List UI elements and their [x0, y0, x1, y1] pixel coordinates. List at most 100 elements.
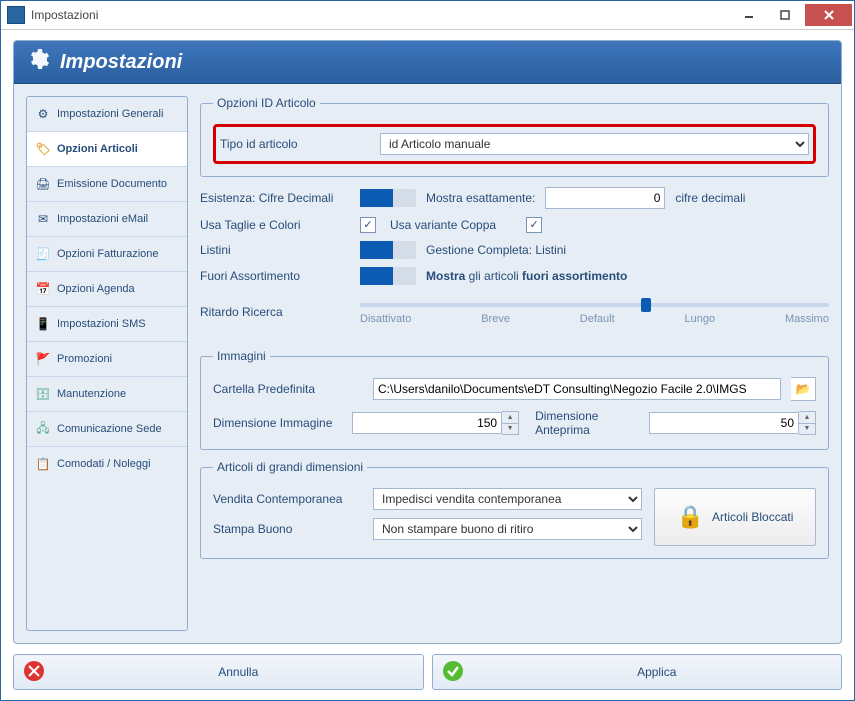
applica-button[interactable]: Applica [432, 654, 843, 690]
sidebar-item-label: Impostazioni Generali [57, 108, 163, 120]
annulla-button[interactable]: Annulla [13, 654, 424, 690]
ritardo-ricerca-slider[interactable] [360, 303, 829, 307]
cartella-predefinita-label: Cartella Predefinita [213, 382, 363, 396]
client-area: Impostazioni ⚙ Impostazioni Generali 🏷 Opz… [1, 30, 854, 700]
fuori-assortimento-label: Fuori Assortimento [200, 269, 350, 283]
fuori-assortimento-text: Mostra gli articoli fuori assortimento [426, 269, 627, 283]
lock-icon: 🔒 [677, 504, 704, 530]
titlebar: Impostazioni [1, 1, 854, 30]
sidebar-item-generali[interactable]: ⚙ Impostazioni Generali [27, 97, 187, 132]
sidebar-item-label: Promozioni [57, 353, 112, 365]
group-immagini: Immagini Cartella Predefinita 📂 Dimensio… [200, 349, 829, 450]
usa-taglie-checkbox[interactable] [360, 217, 376, 233]
stampa-buono-select[interactable]: Non stampare buono di ritiro [373, 518, 642, 540]
mostra-esattamente-label: Mostra esattamente: [426, 191, 535, 205]
settings-sidebar: ⚙ Impostazioni Generali 🏷 Opzioni Articoli… [26, 96, 188, 631]
dimensione-immagine-label: Dimensione Immagine [213, 416, 342, 430]
sidebar-item-label: Manutenzione [57, 388, 126, 400]
cifre-decimali-suffix: cifre decimali [675, 191, 745, 205]
close-icon [823, 9, 835, 21]
database-icon: 🗄 [35, 386, 51, 402]
mail-icon: ✉ [35, 211, 51, 227]
sidebar-item-label: Comodati / Noleggi [57, 458, 151, 470]
listini-toggle[interactable] [360, 241, 416, 259]
usa-variante-checkbox[interactable] [526, 217, 542, 233]
tipo-id-articolo-highlight: Tipo id articolo id Articolo manuale [213, 124, 816, 164]
dimensione-anteprima-label: Dimensione Anteprima [535, 409, 639, 437]
mostra-esattamente-input[interactable] [545, 187, 665, 209]
maximize-icon [780, 10, 790, 20]
fuori-assortimento-toggle[interactable] [360, 267, 416, 285]
tipo-id-articolo-select[interactable]: id Articolo manuale [380, 133, 809, 155]
sidebar-item-fatturazione[interactable]: 🧾 Opzioni Fatturazione [27, 237, 187, 272]
gear-icon [26, 47, 50, 77]
sidebar-item-label: Opzioni Fatturazione [57, 248, 159, 260]
network-icon: 🖧 [35, 421, 51, 437]
esistenza-label: Esistenza: Cifre Decimali [200, 191, 350, 205]
sidebar-item-label: Comunicazione Sede [57, 423, 162, 435]
articoli-bloccati-button[interactable]: 🔒 Articoli Bloccati [654, 488, 816, 546]
minimize-icon [744, 10, 754, 20]
sidebar-item-opzioni-articoli[interactable]: 🏷 Opzioni Articoli [27, 132, 187, 167]
usa-variante-label: Usa variante Coppa [390, 218, 496, 232]
window-title: Impostazioni [31, 8, 98, 22]
sidebar-item-comodati[interactable]: 📋 Comodati / Noleggi [27, 447, 187, 481]
phone-icon: 📱 [35, 316, 51, 332]
dimensione-immagine-spinner[interactable]: ▲▼ [502, 411, 519, 435]
ritardo-ricerca-label: Ritardo Ricerca [200, 305, 350, 319]
apply-icon [442, 660, 464, 685]
close-button[interactable] [805, 4, 852, 26]
maximize-button[interactable] [769, 4, 801, 26]
esistenza-toggle[interactable] [360, 189, 416, 207]
tipo-id-articolo-label: Tipo id articolo [220, 137, 370, 151]
sidebar-item-label: Opzioni Agenda [57, 283, 135, 295]
flag-icon: 🚩 [35, 351, 51, 367]
browse-folder-button[interactable]: 📂 [791, 377, 816, 401]
minimize-button[interactable] [733, 4, 765, 26]
gear-small-icon: ⚙ [35, 106, 51, 122]
stampa-buono-label: Stampa Buono [213, 522, 363, 536]
articoli-bloccati-label: Articoli Bloccati [712, 510, 793, 524]
rental-icon: 📋 [35, 456, 51, 472]
panel-body: ⚙ Impostazioni Generali 🏷 Opzioni Articoli… [14, 84, 841, 643]
dimensione-anteprima-spinner[interactable]: ▲▼ [799, 411, 816, 435]
legend: Immagini [213, 349, 270, 363]
vendita-contemporanea-label: Vendita Contemporanea [213, 492, 363, 506]
usa-taglie-label: Usa Taglie e Colori [200, 218, 350, 232]
article-options-block: Esistenza: Cifre Decimali Mostra esattam… [200, 187, 829, 319]
listini-label: Listini [200, 243, 350, 257]
dimensione-immagine-input[interactable] [352, 412, 502, 434]
sidebar-item-label: Emissione Documento [57, 178, 167, 190]
folder-icon: 📂 [796, 382, 811, 396]
annulla-label: Annulla [54, 665, 423, 679]
sidebar-item-manutenzione[interactable]: 🗄 Manutenzione [27, 377, 187, 412]
sidebar-item-label: Opzioni Articoli [57, 143, 138, 155]
tag-icon: 🏷 [35, 141, 51, 157]
app-icon [7, 6, 25, 24]
sidebar-item-comunicazione-sede[interactable]: 🖧 Comunicazione Sede [27, 412, 187, 447]
cancel-icon [23, 660, 45, 685]
sidebar-item-label: Impostazioni SMS [57, 318, 146, 330]
sidebar-item-email[interactable]: ✉Impostazioni eMail [27, 202, 187, 237]
settings-window: Impostazioni Impostazioni ⚙Impostazioni … [0, 0, 855, 701]
sidebar-item-emissione-documento[interactable]: 🖨 Emissione Documento [27, 167, 187, 202]
group-grandi-dimensioni: Articoli di grandi dimensioni Vendita Co… [200, 460, 829, 559]
group-opzioni-id-articolo: Opzioni ID Articolo Tipo id articolo id … [200, 96, 829, 177]
cartella-predefinita-input[interactable] [373, 378, 781, 400]
calendar-icon: 📅 [35, 281, 51, 297]
invoice-icon: 🧾 [35, 246, 51, 262]
sidebar-item-promozioni[interactable]: 🚩 Promozioni [27, 342, 187, 377]
sidebar-item-agenda[interactable]: 📅 Opzioni Agenda [27, 272, 187, 307]
listini-text: Gestione Completa: Listini [426, 243, 566, 257]
panel-title: Impostazioni [60, 51, 182, 74]
panel-header: Impostazioni [14, 41, 841, 84]
sidebar-item-sms[interactable]: 📱 Impostazioni SMS [27, 307, 187, 342]
legend: Articoli di grandi dimensioni [213, 460, 367, 474]
main-panel: Impostazioni ⚙ Impostazioni Generali 🏷 Opz… [13, 40, 842, 644]
dimensione-anteprima-input[interactable] [649, 412, 799, 434]
register-icon: 🖨 [35, 176, 51, 192]
slider-labels: Disattivato Breve Default Lungo Massimo [360, 313, 829, 325]
settings-content: Opzioni ID Articolo Tipo id articolo id … [200, 96, 829, 631]
vendita-contemporanea-select[interactable]: Impedisci vendita contemporanea [373, 488, 642, 510]
dialog-footer: Annulla Applica [13, 654, 842, 690]
